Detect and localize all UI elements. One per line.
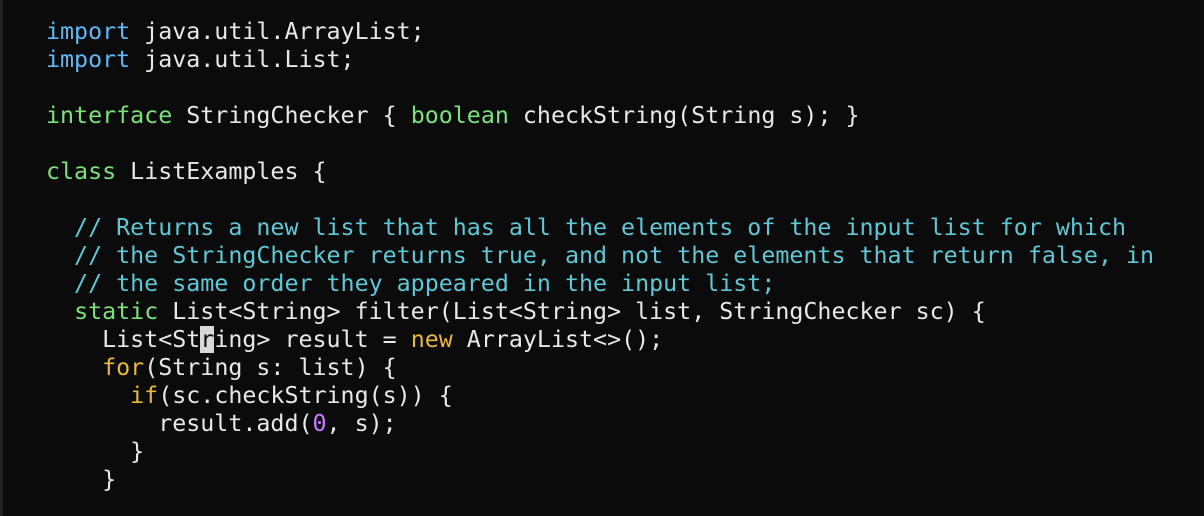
code-line[interactable] bbox=[46, 74, 1154, 102]
code-line[interactable] bbox=[46, 186, 1154, 214]
code-token-keyword-import: import bbox=[46, 18, 131, 45]
code-token-text: result.add( bbox=[46, 410, 313, 437]
code-token-comment: // the same order they appeared in the i… bbox=[46, 270, 776, 297]
code-line[interactable]: static List<String> filter(List<String> … bbox=[46, 298, 1154, 326]
code-token-text: ing> result = bbox=[214, 326, 411, 353]
code-line[interactable]: } bbox=[46, 466, 1154, 494]
code-line[interactable]: for(String s: list) { bbox=[46, 354, 1154, 382]
code-line[interactable]: // the StringChecker returns true, and n… bbox=[46, 242, 1154, 270]
code-token-comment: // Returns a new list that has all the e… bbox=[46, 214, 1126, 241]
code-token-text: StringChecker { bbox=[172, 102, 411, 129]
code-token-keyword: interface bbox=[46, 102, 173, 129]
code-token-text: List<String> filter(List<String> list, S… bbox=[158, 298, 986, 325]
code-token-text: ArrayList<>(); bbox=[452, 326, 664, 353]
code-token-number: 0 bbox=[312, 410, 327, 437]
code-line[interactable]: // the same order they appeared in the i… bbox=[46, 270, 1154, 298]
code-token-text: } bbox=[46, 438, 145, 465]
code-line[interactable]: List<String> result = new ArrayList<>(); bbox=[46, 326, 1154, 354]
code-token-keyword-import: import bbox=[46, 46, 131, 73]
code-token-text: (String s: list) { bbox=[144, 354, 397, 381]
code-line[interactable]: result.add(0, s); bbox=[46, 410, 1154, 438]
code-token-text: , s); bbox=[326, 410, 397, 437]
code-token-text: java.util.ArrayList; bbox=[130, 18, 425, 45]
code-token-text: ListExamples { bbox=[116, 158, 327, 185]
code-token-text: List<St bbox=[46, 326, 201, 353]
code-token-comment: // the StringChecker returns true, and n… bbox=[46, 242, 1155, 269]
code-token-keyword-flow: for bbox=[102, 354, 145, 381]
code-line[interactable]: if(sc.checkString(s)) { bbox=[46, 382, 1154, 410]
text-cursor: r bbox=[200, 326, 215, 353]
code-line[interactable]: interface StringChecker { boolean checkS… bbox=[46, 102, 1154, 130]
code-line[interactable]: } bbox=[46, 438, 1154, 466]
code-line[interactable]: import java.util.ArrayList; bbox=[46, 18, 1154, 46]
code-view[interactable]: import java.util.ArrayList; import java.u… bbox=[46, 18, 1154, 494]
code-token-text: } bbox=[46, 466, 117, 493]
code-token-keyword: boolean bbox=[410, 102, 509, 129]
code-line[interactable] bbox=[46, 130, 1154, 158]
code-token-keyword-flow: new bbox=[410, 326, 453, 353]
code-token-keyword: static bbox=[74, 298, 159, 325]
code-line[interactable]: // Returns a new list that has all the e… bbox=[46, 214, 1154, 242]
code-editor[interactable]: import java.util.ArrayList; import java.u… bbox=[0, 0, 1204, 516]
code-token-text: java.util.List; bbox=[130, 46, 355, 73]
code-line[interactable]: class ListExamples { bbox=[46, 158, 1154, 186]
code-token-keyword: class bbox=[46, 158, 117, 185]
code-line[interactable]: import java.util.List; bbox=[46, 46, 1154, 74]
code-token-keyword-flow: if bbox=[130, 382, 159, 409]
code-token-text: checkString(String s); } bbox=[508, 102, 860, 129]
code-token-text: (sc.checkString(s)) { bbox=[158, 382, 453, 409]
